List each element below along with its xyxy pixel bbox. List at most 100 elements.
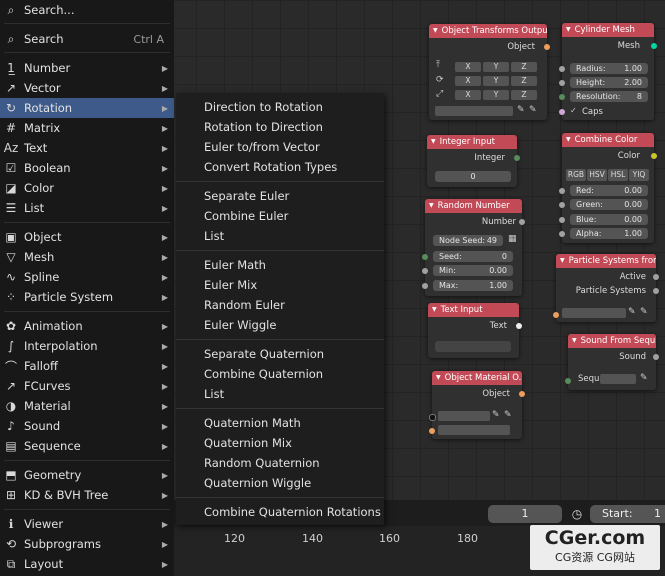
- submenu-item-convert-rotation-types[interactable]: Convert Rotation Types: [204, 157, 337, 177]
- menu-item-particle-system[interactable]: ⁘ Particle System ▶: [0, 287, 174, 307]
- object-input-socket[interactable]: [553, 312, 559, 318]
- menu-item-mesh[interactable]: ▽ Mesh ▶: [0, 247, 174, 267]
- material-input-socket[interactable]: [429, 428, 435, 434]
- collapse-arrow-icon[interactable]: ▼: [431, 135, 436, 149]
- submenu-item-combine-quaternion[interactable]: Combine Quaternion: [204, 364, 323, 384]
- radius-input-socket[interactable]: [559, 66, 565, 72]
- object-selector[interactable]: [438, 411, 490, 421]
- red-field[interactable]: Red: 0.00: [570, 185, 648, 196]
- sequence-input-socket[interactable]: [565, 378, 571, 384]
- object-input-socket[interactable]: [429, 414, 436, 421]
- eyedropper-icon[interactable]: ✎: [628, 307, 636, 317]
- submenu-item-separate-euler[interactable]: Separate Euler: [204, 186, 289, 206]
- eyedropper-icon[interactable]: ✎: [517, 105, 525, 115]
- node-seed-field[interactable]: Node Seed: 49: [433, 235, 503, 246]
- checkbox-checked-icon[interactable]: ✓: [570, 106, 577, 115]
- node-header[interactable]: ▼ Random Number: [425, 199, 522, 213]
- particle-systems-output-socket[interactable]: [653, 288, 659, 294]
- randomize-icon[interactable]: ▦: [508, 234, 517, 244]
- menu-item-animation[interactable]: ✿ Animation ▶: [0, 316, 174, 336]
- submenu-item-euler-math[interactable]: Euler Math: [204, 255, 266, 275]
- eyedropper-icon[interactable]: ✎: [640, 307, 648, 317]
- menu-item-vector[interactable]: ↗ Vector ▶: [0, 78, 174, 98]
- integer-output-socket[interactable]: [514, 155, 520, 161]
- node-object-transforms-output[interactable]: ▼ Object Transforms Output Object ⤒ ⟳ ⤢ X…: [429, 24, 550, 120]
- collapse-arrow-icon[interactable]: ▼: [560, 254, 565, 268]
- submenu-item-quaternion-math[interactable]: Quaternion Math: [204, 413, 301, 433]
- node-integer-input[interactable]: ▼ Integer Input Integer 0: [427, 135, 520, 187]
- node-header[interactable]: ▼ Cylinder Mesh: [562, 23, 654, 37]
- caps-input-socket[interactable]: [559, 109, 565, 115]
- mesh-output-socket[interactable]: [651, 43, 657, 49]
- node-sound-from-sequence[interactable]: ▼ Sound From Sequ.. Sound Sequ ✎: [565, 334, 659, 390]
- clock-icon[interactable]: ◷: [568, 505, 586, 523]
- collapse-arrow-icon[interactable]: ▼: [429, 199, 434, 213]
- rot-z-toggle[interactable]: Z: [511, 76, 537, 86]
- menu-item-sound[interactable]: ♪ Sound ▶: [0, 416, 174, 436]
- sequence-selector[interactable]: [600, 374, 636, 384]
- menu-item-sequence[interactable]: ▤ Sequence ▶: [0, 436, 174, 456]
- menu-item-rotation[interactable]: ↻ Rotation ▶: [0, 98, 174, 118]
- sound-output-socket[interactable]: [653, 354, 659, 360]
- loc-y-toggle[interactable]: Y: [483, 62, 509, 72]
- eyedropper-icon[interactable]: ✎: [504, 410, 512, 420]
- collapse-arrow-icon[interactable]: ▼: [572, 334, 577, 348]
- collapse-arrow-icon[interactable]: ▼: [566, 23, 571, 37]
- alpha-input-socket[interactable]: [559, 231, 565, 237]
- height-input-socket[interactable]: [559, 80, 565, 86]
- red-input-socket[interactable]: [559, 188, 565, 194]
- mode-hsl-button[interactable]: HSL: [608, 169, 628, 181]
- max-field[interactable]: Max: 1.00: [433, 280, 513, 291]
- loc-x-toggle[interactable]: X: [455, 62, 481, 72]
- collapse-arrow-icon[interactable]: ▼: [566, 133, 571, 147]
- menu-item-viewer[interactable]: ℹ Viewer ▶: [0, 514, 174, 534]
- menu-item-layout[interactable]: ⧉ Layout ▶: [0, 554, 174, 574]
- loc-z-toggle[interactable]: Z: [511, 62, 537, 72]
- min-field[interactable]: Min: 0.00: [433, 265, 513, 276]
- submenu-item-euler-wiggle[interactable]: Euler Wiggle: [204, 315, 276, 335]
- scale-y-toggle[interactable]: Y: [483, 90, 509, 100]
- min-input-socket[interactable]: [422, 268, 428, 274]
- mode-rgb-button[interactable]: RGB: [566, 169, 586, 181]
- current-frame-field[interactable]: 1: [488, 505, 562, 523]
- integer-value-field[interactable]: 0: [435, 171, 511, 182]
- object-selector[interactable]: [435, 106, 513, 116]
- menu-item-falloff[interactable]: ⌒ Falloff ▶: [0, 356, 174, 376]
- submenu-item-rotation-to-direction[interactable]: Rotation to Direction: [204, 117, 323, 137]
- color-output-socket[interactable]: [651, 153, 657, 159]
- search-top-row[interactable]: ⌕ Search...: [0, 0, 174, 20]
- node-header[interactable]: ▼ Object Material O..: [432, 371, 522, 385]
- menu-item-fcurves[interactable]: ↗ FCurves ▶: [0, 376, 174, 396]
- submenu-item-combine-quaternion-rotations[interactable]: Combine Quaternion Rotations: [204, 502, 381, 522]
- collapse-arrow-icon[interactable]: ▼: [436, 371, 441, 385]
- node-object-material-output[interactable]: ▼ Object Material O.. Object ✎ ✎: [429, 371, 525, 439]
- submenu-item-quaternion-wiggle[interactable]: Quaternion Wiggle: [204, 473, 311, 493]
- green-input-socket[interactable]: [559, 202, 565, 208]
- menu-item-color[interactable]: ◪ Color ▶: [0, 178, 174, 198]
- eyedropper-icon[interactable]: ✎: [640, 373, 648, 383]
- active-output-socket[interactable]: [653, 274, 659, 280]
- node-header[interactable]: ▼ Integer Input: [427, 135, 517, 149]
- text-output-socket[interactable]: [516, 323, 522, 329]
- submenu-item-combine-euler[interactable]: Combine Euler: [204, 206, 288, 226]
- seed-field[interactable]: Seed: 0: [433, 251, 513, 262]
- node-header[interactable]: ▼ Text Input: [428, 303, 519, 317]
- submenu-item-direction-to-rotation[interactable]: Direction to Rotation: [204, 97, 323, 117]
- menu-item-kd-bvh-tree[interactable]: ⊞ KD & BVH Tree ▶: [0, 485, 174, 505]
- menu-item-boolean[interactable]: ☑ Boolean ▶: [0, 158, 174, 178]
- collapse-arrow-icon[interactable]: ▼: [433, 24, 438, 38]
- node-header[interactable]: ▼ Combine Color: [562, 133, 654, 147]
- rot-x-toggle[interactable]: X: [455, 76, 481, 86]
- menu-item-number[interactable]: 1̲ Number ▶: [0, 58, 174, 78]
- submenu-item-euler-to-from-vector[interactable]: Euler to/from Vector: [204, 137, 320, 157]
- node-text-input[interactable]: ▼ Text Input Text: [428, 303, 522, 358]
- object-output-socket[interactable]: [519, 391, 525, 397]
- seed-input-socket[interactable]: [422, 254, 428, 260]
- submenu-item-list[interactable]: List: [204, 384, 224, 404]
- submenu-item-quaternion-mix[interactable]: Quaternion Mix: [204, 433, 292, 453]
- number-output-socket[interactable]: [519, 219, 525, 225]
- menu-item-spline[interactable]: ∿ Spline ▶: [0, 267, 174, 287]
- menu-item-material[interactable]: ◑ Material ▶: [0, 396, 174, 416]
- start-frame-field[interactable]: Start: 1: [590, 505, 665, 523]
- node-header[interactable]: ▼ Sound From Sequ..: [568, 334, 656, 348]
